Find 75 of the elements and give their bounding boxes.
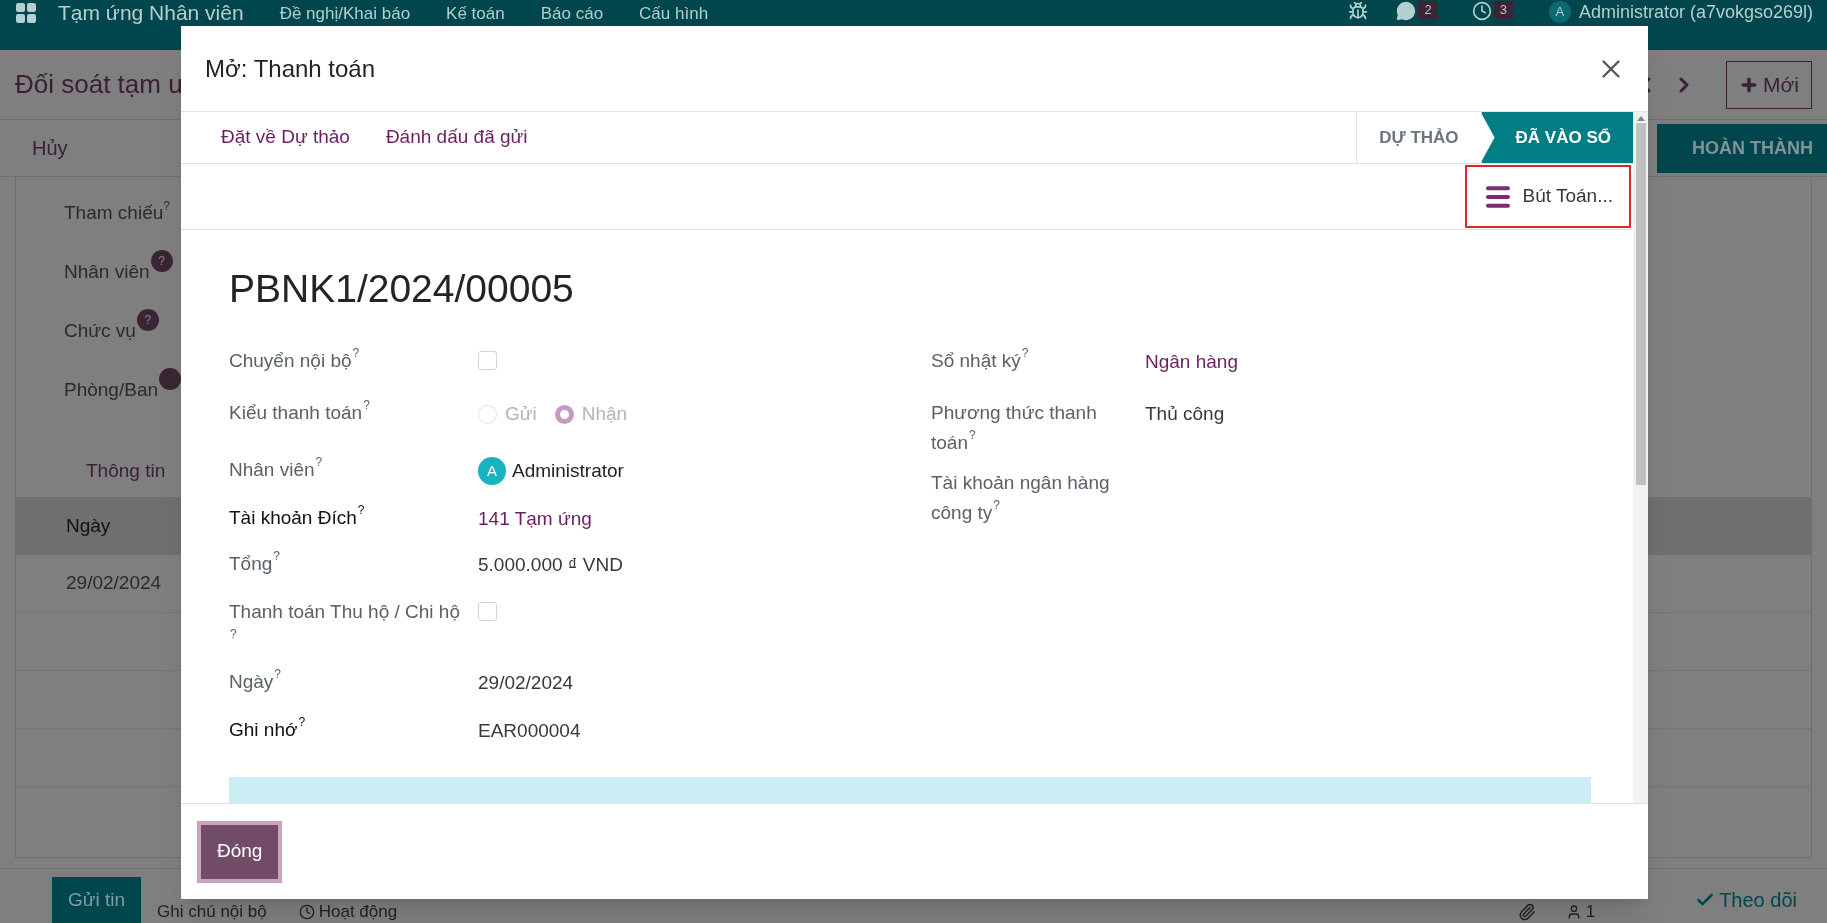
new-button[interactable]: Mới (1726, 60, 1812, 109)
count-badge: 3 (1493, 1, 1513, 19)
field-label: Ghi nhớ? (229, 715, 307, 742)
field-label: Nhân viên? (229, 455, 324, 482)
field-label: Tài khoản Đích? (229, 503, 366, 530)
field-label: Phương thức thanh toán? (931, 401, 1098, 455)
field-label: Chuyển nội bộ? (229, 346, 361, 373)
field-value: Thủ công (1145, 402, 1225, 426)
field-value: 5.000.000 ₫ VND (478, 553, 623, 577)
field-value: EAR000004 (478, 719, 581, 743)
field-label: Nhân viên (64, 260, 150, 284)
help-mark[interactable]: ? (357, 503, 365, 517)
field-label: Tổng? (229, 549, 281, 576)
chat-icon[interactable] (1396, 1, 1417, 21)
radio-button[interactable] (554, 404, 574, 424)
menu-item[interactable]: Cấu hình (639, 3, 709, 25)
paperclip-icon[interactable] (1517, 903, 1536, 921)
scroll-up-icon[interactable] (1636, 116, 1645, 121)
count-badge: 2 (1418, 1, 1438, 19)
status-stage[interactable]: ĐÃ VÀO SỔ (1480, 112, 1633, 163)
help-badge: ? (136, 309, 159, 331)
field-label: Sổ nhật ký? (931, 346, 1030, 373)
checkbox[interactable] (478, 602, 497, 621)
send-message-button[interactable]: Gửi tin (52, 877, 142, 923)
help-mark[interactable]: ? (273, 549, 280, 563)
field-label: Tham chiếu (64, 201, 164, 225)
cancel-button[interactable]: Hủy (32, 133, 68, 163)
help-mark[interactable]: ? (298, 715, 306, 729)
log-note-button[interactable]: Ghi chú nội bộ (141, 901, 283, 922)
field-label: Tài khoản ngân hàng công ty? (931, 471, 1111, 525)
form-tab[interactable]: Thông tin (86, 460, 166, 481)
app-title: Tạm ứng Nhân viên (58, 1, 244, 25)
menu-item[interactable]: Kế toán (446, 3, 505, 25)
field-value: Administrator (512, 459, 624, 483)
scrollbar[interactable] (1633, 112, 1648, 803)
user-avatar[interactable]: A (1548, 1, 1571, 23)
bug-icon[interactable] (1348, 1, 1369, 21)
clock-icon[interactable] (1471, 1, 1492, 21)
field-link[interactable]: Ngân hàng (1145, 347, 1238, 377)
help-badge (159, 368, 182, 390)
help-mark[interactable]: ? (1021, 346, 1029, 360)
action-button[interactable]: Đánh dấu đã gửi (385, 123, 528, 152)
field-label: Ngày? (229, 667, 283, 694)
journal-entries-button[interactable]: Bút Toán... (1464, 165, 1631, 228)
field-link[interactable]: 141 Tạm ứng (478, 504, 592, 534)
dialog-title: Mở: Thanh toán (205, 53, 376, 84)
apps-icon[interactable] (14, 1, 38, 25)
field-value: 29/02/2024 (478, 671, 574, 695)
user-name[interactable]: Administrator (a7vokgso269l) (1578, 1, 1813, 23)
help-mark: ? (163, 199, 170, 213)
menu-item[interactable]: Đề nghị/Khai báo (279, 3, 411, 25)
clock-icon (298, 903, 315, 920)
table-cell-text: 29/02/2024 (66, 571, 162, 596)
help-mark[interactable]: ? (363, 398, 370, 412)
help-mark[interactable]: ? (969, 428, 976, 442)
radio-label: Nhận (581, 402, 628, 426)
help-mark[interactable]: ? (274, 667, 282, 681)
field-label: Kiểu thanh toán? (229, 398, 371, 425)
menu-item[interactable]: Báo cáo (540, 3, 604, 25)
column-header: Ngày (66, 513, 111, 538)
checkbox[interactable] (478, 351, 497, 370)
field-label: Phòng/Ban (64, 378, 159, 402)
record-name: PBNK1/2024/00005 (229, 266, 575, 312)
help-mark[interactable]: ? (230, 627, 237, 641)
activity-button[interactable]: Hoạt động (282, 901, 414, 922)
action-button[interactable]: Đặt về Dự thảo (221, 123, 350, 152)
user-avatar: A (478, 457, 506, 485)
help-mark[interactable]: ? (352, 346, 360, 360)
field-label: Thanh toán Thu hộ / Chi hộ ? (229, 600, 461, 643)
help-badge: ? (150, 250, 173, 272)
followers-button[interactable]: 1 (1565, 901, 1596, 922)
field-label: Chức vụ (64, 319, 136, 343)
help-mark[interactable]: ? (315, 455, 323, 469)
help-mark[interactable]: ? (993, 498, 1000, 512)
radio-label: Gửi (505, 402, 537, 426)
